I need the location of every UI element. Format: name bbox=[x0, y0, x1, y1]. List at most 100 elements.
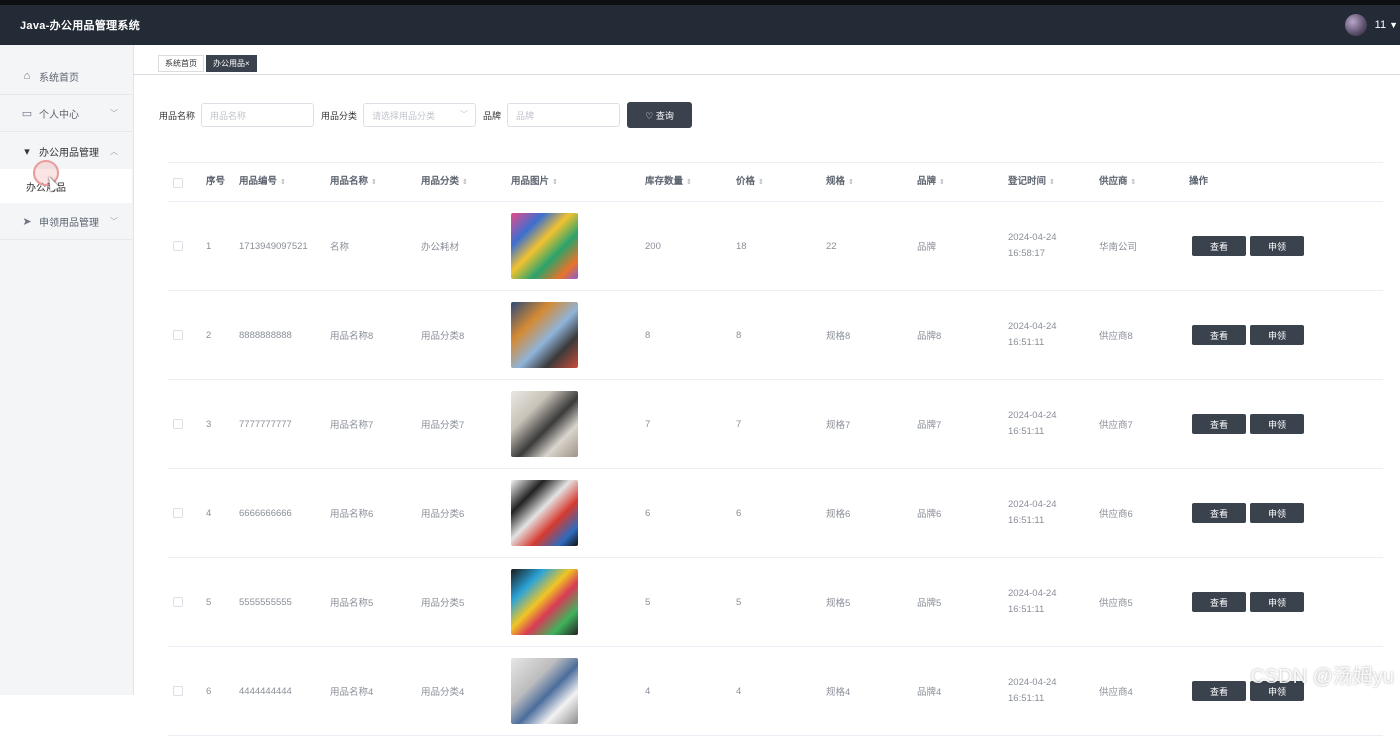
cell-brand: 品牌 bbox=[917, 242, 937, 253]
table-row: 1 1713949097521 名称 办公耗材 200 18 22 品牌 2024-04-24 … bbox=[168, 202, 1383, 291]
tab-home[interactable]: 系统首页 bbox=[158, 55, 204, 72]
table-row: 5 5555555555 用品名称5 用品分类5 5 5 规格5 品牌5 2024-04-24 … bbox=[168, 558, 1383, 647]
sidebar-item-office-supplies[interactable]: ▾ 办公用品管理 ︿ bbox=[0, 133, 132, 170]
sidebar-item-label: 申领用品管理 bbox=[39, 217, 99, 229]
cell-supplier: 供应商6 bbox=[1099, 509, 1133, 520]
sidebar-item-personal[interactable]: ▭ 个人中心 ﹀ bbox=[0, 95, 132, 132]
table-row: 3 7777777777 用品名称7 用品分类7 7 7 规格7 品牌7 2024-04-24 … bbox=[168, 380, 1383, 469]
chevron-down-icon: ﹀ bbox=[110, 216, 118, 226]
sidebar: ⌂ 系统首页 ▭ 个人中心 ﹀ ▾ 办公用品管理 ︿ 办公用品 ➤ 申领用品管理… bbox=[0, 45, 134, 695]
sort-icon: ⇕ bbox=[552, 179, 558, 186]
col-price[interactable]: 价格 ⇕ bbox=[736, 163, 764, 201]
cell-time: 2024-04-24 16:51:11 bbox=[1008, 677, 1057, 704]
product-image bbox=[511, 469, 578, 557]
sort-icon: ⇕ bbox=[848, 179, 854, 186]
sort-icon: ⇕ bbox=[1049, 179, 1055, 186]
view-button[interactable]: 查看 bbox=[1192, 469, 1246, 557]
send-icon: ➤ bbox=[22, 215, 32, 228]
cell-idx: 3 bbox=[206, 418, 212, 430]
brand-label: 品牌 bbox=[483, 110, 502, 121]
product-image bbox=[511, 647, 578, 735]
category-label: 用品分类 bbox=[321, 110, 358, 121]
user-menu[interactable]: 11 ▼ bbox=[1344, 13, 1400, 37]
cell-name: 用品名称4 bbox=[330, 687, 374, 698]
cell-stock: 200 bbox=[645, 240, 661, 252]
watermark: CSDN @汤姆yu bbox=[1250, 666, 1394, 688]
cell-code: 5555555555 bbox=[239, 596, 292, 608]
apply-button[interactable]: 申领 bbox=[1250, 380, 1304, 468]
col-category[interactable]: 用品分类 ⇕ bbox=[421, 163, 468, 201]
col-spec[interactable]: 规格 ⇕ bbox=[826, 163, 854, 201]
product-image bbox=[511, 202, 578, 290]
table-body: 1 1713949097521 名称 办公耗材 200 18 22 品牌 2024-04-24 … bbox=[168, 202, 1383, 736]
apply-button[interactable]: 申领 bbox=[1250, 202, 1304, 290]
cell-time: 2024-04-24 16:58:17 bbox=[1008, 232, 1057, 259]
brand-input[interactable]: 品牌 bbox=[507, 103, 621, 127]
col-image[interactable]: 用品图片 ⇕ bbox=[511, 163, 558, 201]
apply-button[interactable]: 申领 bbox=[1250, 469, 1304, 557]
category-select[interactable]: 请选择用品分类 ﹀ bbox=[363, 103, 477, 127]
apply-button[interactable]: 申领 bbox=[1250, 558, 1304, 646]
cell-supplier: 华南公司 bbox=[1099, 242, 1138, 253]
col-actions: 操作 bbox=[1189, 176, 1209, 187]
view-button[interactable]: 查看 bbox=[1192, 291, 1246, 379]
col-stock[interactable]: 库存数量 ⇕ bbox=[645, 163, 692, 201]
submenu-item-office-supplies[interactable]: 办公用品 bbox=[0, 169, 132, 203]
pin-icon: ▾ bbox=[24, 145, 30, 158]
row-checkbox[interactable] bbox=[173, 291, 183, 379]
cell-code: 6666666666 bbox=[239, 507, 292, 519]
tab-office-supplies[interactable]: 办公用品× bbox=[206, 55, 257, 72]
cell-spec: 规格7 bbox=[826, 420, 851, 431]
sort-icon: ⇕ bbox=[1130, 179, 1137, 186]
user-name[interactable]: 11 bbox=[1375, 19, 1386, 31]
select-all-checkbox[interactable] bbox=[173, 163, 183, 201]
cell-stock: 6 bbox=[645, 507, 651, 519]
divider bbox=[133, 74, 1400, 75]
row-checkbox[interactable] bbox=[173, 647, 183, 735]
view-button[interactable]: 查看 bbox=[1192, 647, 1246, 735]
cell-code: 7777777777 bbox=[239, 418, 292, 430]
view-button[interactable]: 查看 bbox=[1192, 558, 1246, 646]
row-checkbox[interactable] bbox=[173, 469, 183, 557]
cell-time: 2024-04-24 16:51:11 bbox=[1008, 321, 1057, 348]
cell-spec: 规格4 bbox=[826, 687, 851, 698]
query-button[interactable]: ♡ 查询 bbox=[627, 102, 693, 128]
cell-stock: 7 bbox=[645, 418, 651, 430]
cell-category: 用品分类4 bbox=[421, 687, 465, 698]
sidebar-item-label: 个人中心 bbox=[39, 109, 79, 121]
caret-down-icon[interactable]: ▼ bbox=[1389, 20, 1398, 30]
row-checkbox[interactable] bbox=[173, 202, 183, 290]
supplies-table: 序号 用品编号 ⇕ 用品名称 ⇕ 用品分类 ⇕ 用品图片 ⇕ 库存数量 ⇕ 价格 ⇕ 规格 ⇕… bbox=[168, 162, 1383, 736]
cell-idx: 4 bbox=[206, 507, 212, 519]
app-title: Java-办公用品管理系统 bbox=[20, 20, 141, 32]
cell-time: 2024-04-24 16:51:11 bbox=[1008, 588, 1057, 615]
calendar-icon: ▭ bbox=[21, 107, 33, 120]
col-time[interactable]: 登记时间 ⇕ bbox=[1008, 163, 1055, 201]
cell-price: 8 bbox=[736, 329, 742, 341]
sidebar-item-requisition[interactable]: ➤ 申领用品管理 ﹀ bbox=[0, 203, 132, 240]
row-checkbox[interactable] bbox=[173, 380, 183, 468]
cell-category: 用品分类6 bbox=[421, 509, 465, 520]
cell-idx: 1 bbox=[206, 240, 212, 252]
col-code[interactable]: 用品编号 ⇕ bbox=[239, 163, 286, 201]
cell-spec: 规格8 bbox=[826, 331, 851, 342]
cell-brand: 品牌6 bbox=[917, 509, 942, 520]
view-button[interactable]: 查看 bbox=[1192, 202, 1246, 290]
row-checkbox[interactable] bbox=[173, 558, 183, 646]
sort-icon: ⇕ bbox=[686, 179, 692, 186]
sort-icon: ⇕ bbox=[758, 179, 764, 186]
search-form: 用品名称 用品名称 用品分类 请选择用品分类 ﹀ 品牌 品牌 ♡ 查询 bbox=[159, 102, 693, 128]
name-input[interactable]: 用品名称 bbox=[201, 103, 315, 127]
apply-button[interactable]: 申领 bbox=[1250, 291, 1304, 379]
cell-code: 1713949097521 bbox=[239, 240, 308, 252]
sidebar-item-home[interactable]: ⌂ 系统首页 bbox=[0, 58, 132, 95]
cell-price: 6 bbox=[736, 507, 742, 519]
col-brand[interactable]: 品牌 ⇕ bbox=[917, 163, 945, 201]
product-image bbox=[511, 380, 578, 468]
cell-category: 办公耗材 bbox=[421, 242, 460, 253]
view-button[interactable]: 查看 bbox=[1192, 380, 1246, 468]
avatar[interactable] bbox=[1344, 14, 1367, 36]
home-icon: ⌂ bbox=[23, 70, 31, 82]
col-name[interactable]: 用品名称 ⇕ bbox=[330, 163, 377, 201]
col-supplier[interactable]: 供应商 ⇕ bbox=[1099, 163, 1136, 201]
